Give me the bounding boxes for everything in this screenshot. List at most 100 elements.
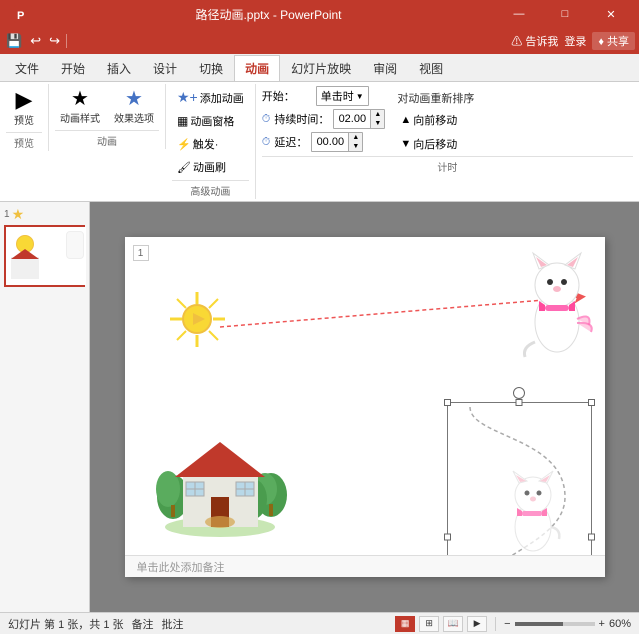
start-value: 单击时	[321, 88, 354, 104]
ribbon-group-timing: 开始： 单击时 ▼ ⏱ 持续时间： ▲ ▼	[256, 84, 639, 175]
animation-style-icon: ★	[71, 89, 89, 109]
minimize-button[interactable]: —	[499, 0, 539, 28]
timing-items: 开始： 单击时 ▼ ⏱ 持续时间： ▲ ▼	[262, 84, 633, 156]
status-left: 幻灯片 第 1 张，共 1 张 备注 批注	[8, 616, 184, 632]
notes-hint[interactable]: 单击此处添加备注	[125, 555, 605, 577]
ribbon-tabs: 文件 开始 插入 设计 切换 动画 幻灯片放映 审阅 视图	[0, 54, 639, 82]
animation-brush-icon: 🖌	[177, 161, 191, 174]
start-dropdown-icon: ▼	[356, 92, 364, 101]
tab-design[interactable]: 设计	[142, 55, 188, 81]
effect-options-button[interactable]: ★ 效果选项	[109, 86, 159, 128]
animation-pane-icon: ▦	[177, 114, 188, 128]
alert-icon[interactable]: ⚠ 告诉我	[511, 33, 558, 49]
sun-svg	[170, 292, 225, 347]
slide-thumbnail[interactable]	[4, 225, 85, 287]
preview-button[interactable]: ▶ 预览	[6, 86, 42, 130]
window-title: 路径动画.pptx - PowerPoint	[38, 6, 499, 23]
reading-view-btn[interactable]: 📖	[443, 616, 463, 632]
slide-canvas: 1	[125, 237, 605, 577]
cat-bottom-svg	[499, 467, 567, 555]
tab-review[interactable]: 审阅	[362, 55, 408, 81]
add-animation-icon: ★+	[177, 89, 198, 106]
app-icon: P	[8, 3, 38, 25]
preview-label: 预览	[14, 112, 34, 127]
tab-insert[interactable]: 插入	[96, 55, 142, 81]
zoom-level[interactable]: 60%	[609, 618, 631, 630]
qa-separator	[66, 34, 67, 48]
tab-file[interactable]: 文件	[4, 55, 50, 81]
tab-view[interactable]: 视图	[408, 55, 454, 81]
handle-mr[interactable]	[588, 534, 595, 541]
maximize-button[interactable]: □	[545, 0, 585, 28]
effect-options-label: 效果选项	[114, 110, 154, 125]
start-dropdown[interactable]: 单击时 ▼	[316, 86, 369, 106]
notes-btn[interactable]: 备注	[132, 616, 154, 632]
duration-input[interactable]	[334, 112, 370, 126]
trigger-label: 触发·	[193, 136, 219, 152]
timing-group-label: 计时	[262, 156, 633, 175]
animation-pane-label: 动画窗格	[190, 113, 234, 129]
add-animation-button[interactable]: ★+ 添加动画	[172, 86, 249, 109]
move-forward-button[interactable]: ▲ 向前移动	[397, 110, 474, 130]
cat-bottom-element	[499, 467, 567, 555]
zoom-slider[interactable]	[515, 622, 595, 626]
save-quick-btn[interactable]: 💾	[4, 33, 24, 49]
delay-up-btn[interactable]: ▲	[348, 133, 362, 142]
duration-up-btn[interactable]: ▲	[370, 110, 384, 119]
tab-transitions[interactable]: 切换	[188, 55, 234, 81]
animation-pane-button[interactable]: ▦ 动画窗格	[172, 110, 239, 132]
zoom-out-btn[interactable]: −	[504, 618, 510, 630]
normal-view-btn[interactable]: ▦	[395, 616, 415, 632]
forward-label: 向前移动	[413, 112, 457, 128]
slide-sorter-btn[interactable]: ⊞	[419, 616, 439, 632]
duration-down-btn[interactable]: ▼	[370, 119, 384, 128]
handle-tr[interactable]	[588, 399, 595, 406]
zoom-in-btn[interactable]: +	[599, 618, 605, 630]
advanced-items: ★+ 添加动画 ▦ 动画窗格 ⚡ 触发· 🖌 动画刷	[172, 84, 249, 180]
forward-icon: ▲	[400, 114, 411, 126]
backward-icon: ▼	[400, 138, 411, 150]
slide-item-1[interactable]: 1 ★	[4, 206, 85, 287]
move-backward-button[interactable]: ▼ 向后移动	[397, 134, 474, 154]
cat-top-svg	[517, 247, 597, 362]
duration-row: ⏱ 持续时间： ▲ ▼	[262, 109, 386, 129]
timing-controls: 开始： 单击时 ▼ ⏱ 持续时间： ▲ ▼	[262, 86, 386, 152]
slideshow-view-btn[interactable]: ▶	[467, 616, 487, 632]
duration-label: 持续时间：	[274, 111, 329, 127]
duration-input-group: ▲ ▼	[333, 109, 385, 129]
quick-access-toolbar: 💾 ↩ ↪	[4, 33, 67, 49]
handle-tl[interactable]	[444, 399, 451, 406]
rotate-handle[interactable]	[513, 387, 525, 399]
delay-input[interactable]	[312, 135, 348, 149]
trigger-button[interactable]: ⚡ 触发·	[172, 133, 223, 155]
slide-number-display: 1 ★	[4, 206, 85, 223]
redo-quick-btn[interactable]: ↪	[47, 33, 62, 49]
animation-style-button[interactable]: ★ 动画样式	[55, 86, 105, 128]
delay-down-btn[interactable]: ▼	[348, 142, 362, 151]
duration-icon: ⏱	[262, 113, 271, 126]
animation-group-label: 动画	[55, 130, 159, 149]
user-actions: ⚠ 告诉我 登录 ♦ 共享	[511, 32, 635, 50]
share-btn[interactable]: ♦ 共享	[592, 32, 635, 50]
advanced-group-label: 高级动画	[172, 180, 249, 199]
svg-text:P: P	[17, 10, 24, 22]
tab-home[interactable]: 开始	[50, 55, 96, 81]
tab-slideshow[interactable]: 幻灯片放映	[280, 55, 362, 81]
effect-options-icon: ★	[125, 89, 143, 109]
handle-tm[interactable]	[516, 399, 523, 406]
window-controls: — □ ✕	[499, 0, 631, 28]
close-button[interactable]: ✕	[591, 0, 631, 28]
login-btn[interactable]: 登录	[564, 33, 586, 49]
slide-thumb-image	[6, 227, 86, 285]
handle-ml[interactable]	[444, 534, 451, 541]
canvas-area[interactable]: 1	[90, 202, 639, 612]
undo-quick-btn[interactable]: ↩	[28, 33, 43, 49]
sun-element	[170, 292, 225, 347]
ribbon-content: ▶ 预览 预览 ★ 动画样式 ★ 效果选项 动画 ★+ 添加动画	[0, 82, 639, 202]
zoom-track	[515, 622, 563, 626]
trigger-icon: ⚡	[177, 138, 191, 151]
backward-label: 向后移动	[413, 136, 457, 152]
tab-animations[interactable]: 动画	[234, 55, 280, 81]
animation-brush-button[interactable]: 🖌 动画刷	[172, 156, 231, 178]
comments-btn[interactable]: 批注	[162, 616, 184, 632]
